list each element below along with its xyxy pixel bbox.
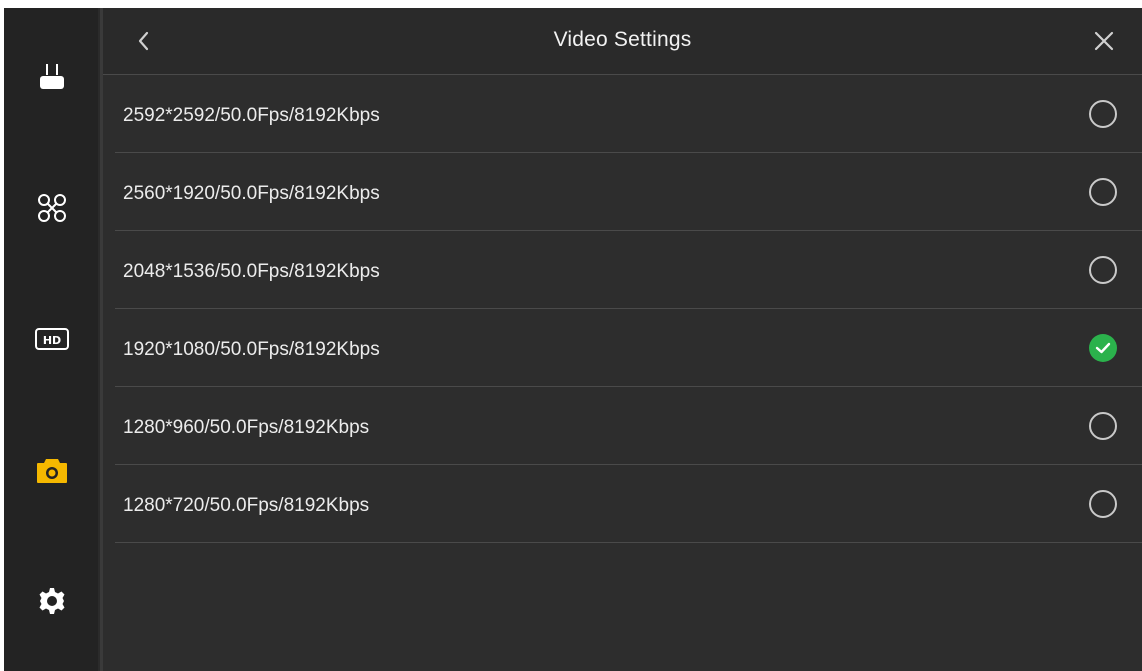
resolution-option-label: 1280*720/50.0Fps/8192Kbps bbox=[123, 495, 370, 516]
radio-selected-check-icon[interactable] bbox=[1089, 334, 1117, 362]
sidebar-item-aircraft[interactable] bbox=[28, 184, 76, 232]
resolution-option-label: 2560*1920/50.0Fps/8192Kbps bbox=[123, 183, 380, 204]
resolution-option-selected[interactable]: 1920*1080/50.0Fps/8192Kbps bbox=[115, 309, 1142, 387]
resolution-option[interactable]: 2560*1920/50.0Fps/8192Kbps bbox=[115, 153, 1142, 231]
sidebar-item-remote-controller[interactable] bbox=[28, 53, 76, 101]
radio-unselected-icon[interactable] bbox=[1089, 178, 1117, 206]
radio-unselected-icon[interactable] bbox=[1089, 256, 1117, 284]
page-title: Video Settings bbox=[553, 28, 692, 51]
sidebar-item-settings[interactable] bbox=[28, 577, 76, 625]
resolution-option-label: 1920*1080/50.0Fps/8192Kbps bbox=[123, 339, 380, 360]
svg-text:HD: HD bbox=[43, 334, 61, 347]
checkmark-icon bbox=[1095, 342, 1111, 354]
hd-icon: HD bbox=[35, 328, 69, 350]
resolution-option-label: 2048*1536/50.0Fps/8192Kbps bbox=[123, 261, 380, 282]
sidebar: HD bbox=[4, 8, 98, 671]
close-icon bbox=[1094, 31, 1114, 51]
resolution-option-list: 2592*2592/50.0Fps/8192Kbps 2560*1920/50.… bbox=[115, 75, 1142, 543]
radio-unselected-icon[interactable] bbox=[1089, 100, 1117, 128]
resolution-option[interactable]: 1280*960/50.0Fps/8192Kbps bbox=[115, 387, 1142, 465]
close-button[interactable] bbox=[1089, 26, 1119, 56]
remote-controller-icon bbox=[40, 64, 64, 89]
sidebar-item-camera[interactable] bbox=[28, 446, 76, 494]
resolution-option[interactable]: 1280*720/50.0Fps/8192Kbps bbox=[115, 465, 1142, 543]
resolution-option[interactable]: 2592*2592/50.0Fps/8192Kbps bbox=[115, 75, 1142, 153]
radio-unselected-icon[interactable] bbox=[1089, 490, 1117, 518]
radio-unselected-icon[interactable] bbox=[1089, 412, 1117, 440]
gear-icon bbox=[39, 588, 65, 614]
resolution-option-label: 1280*960/50.0Fps/8192Kbps bbox=[123, 417, 370, 438]
sidebar-item-hd-transmission[interactable]: HD bbox=[28, 315, 76, 363]
drone-icon bbox=[38, 194, 66, 222]
resolution-option[interactable]: 2048*1536/50.0Fps/8192Kbps bbox=[115, 231, 1142, 309]
resolution-option-label: 2592*2592/50.0Fps/8192Kbps bbox=[123, 105, 380, 126]
app-frame: HD Video Settings 2592*2592/50.0Fps/8192… bbox=[4, 8, 1142, 671]
video-settings-panel: Video Settings 2592*2592/50.0Fps/8192Kbp… bbox=[103, 8, 1142, 671]
camera-icon bbox=[37, 459, 67, 483]
panel-header: Video Settings bbox=[103, 8, 1142, 75]
